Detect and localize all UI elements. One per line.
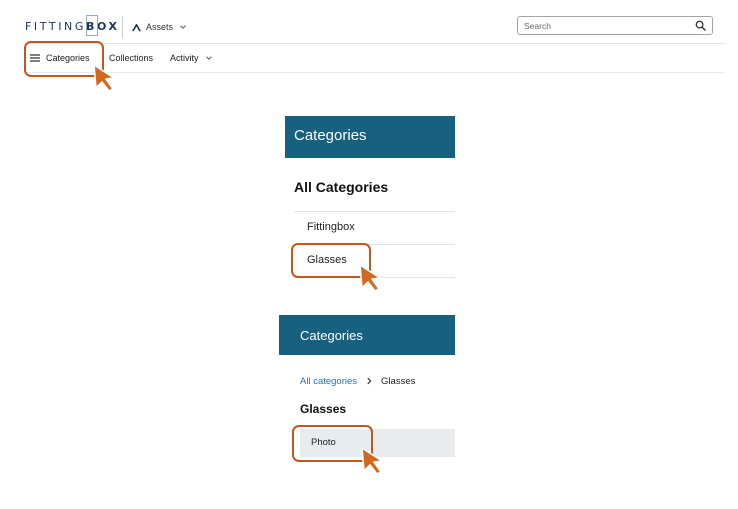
header-divider [122,16,123,38]
logo-frame-mark [86,15,98,36]
top-header: FITTINGBOX Assets [0,0,738,44]
chevron-down-icon [205,56,212,60]
breadcrumb-current: Glasses [381,375,416,387]
list-divider [294,211,455,212]
breadcrumb: All categories Glasses [300,375,415,387]
chevron-down-icon [180,25,186,29]
search-input[interactable] [524,20,684,32]
pointer-cursor-icon [361,447,383,475]
caret-up-arrow-icon [132,23,141,32]
categories-panel-title: Categories [294,127,367,144]
categories-panel-header: Categories [279,315,455,355]
header-separator [25,43,725,44]
categories-panel-header: Categories [285,116,455,158]
breadcrumb-all-categories-link[interactable]: All categories [300,376,357,387]
nav-activity-label: Activity [170,53,199,63]
all-categories-heading: All Categories [294,179,389,195]
logo-text-light: FITTING [25,20,87,33]
search-box [517,16,713,35]
glasses-heading: Glasses [300,402,347,416]
pointer-cursor-icon [359,264,381,292]
subnav-separator [25,72,725,73]
categories-panel-title: Categories [300,328,363,343]
chevron-right-icon [367,377,372,385]
assets-label: Assets [146,22,174,32]
fittingbox-logo[interactable]: FITTINGBOX [25,20,120,33]
nav-activity-dropdown[interactable]: Activity [170,51,213,65]
pointer-cursor-icon [93,64,115,92]
category-item-fittingbox[interactable]: Fittingbox [307,221,355,233]
search-icon[interactable] [695,20,706,31]
assets-menu-button[interactable]: Assets [132,20,187,34]
